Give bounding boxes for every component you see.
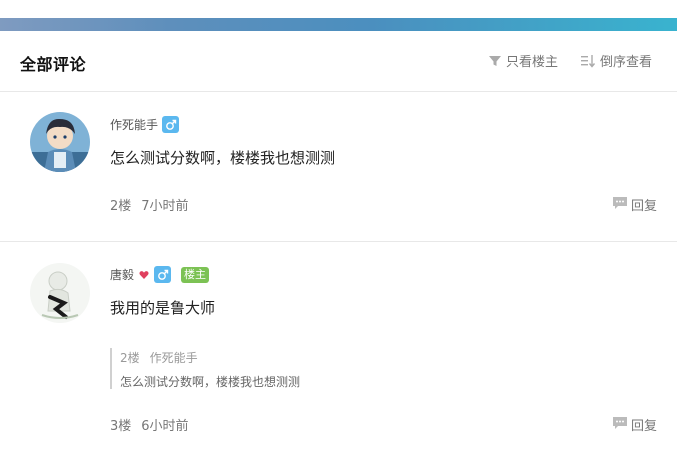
comment-item: 作死能手 怎么测试分数啊，楼楼我也想测测 2楼 7小时前 回复	[0, 92, 677, 242]
owner-badge: 楼主	[181, 266, 210, 283]
floor-number: 2楼	[110, 199, 132, 214]
comment-content: 怎么测试分数啊，楼楼我也想测测	[110, 149, 336, 167]
sort-icon	[580, 54, 596, 68]
reply-icon	[612, 416, 628, 434]
reply-label: 回复	[631, 419, 658, 434]
filter-icon	[488, 54, 502, 68]
avatar[interactable]	[30, 112, 90, 172]
male-icon	[154, 266, 172, 283]
comment-content: 我用的是鲁大师	[110, 299, 216, 317]
comment-meta: 3楼 6小时前	[110, 415, 189, 434]
author-line: 作死能手	[110, 116, 180, 133]
comment-item: 唐毅 楼主 我用的是鲁大师 2楼 作死能手 怎么测试分数啊，楼楼我也想测测 3楼 6…	[0, 243, 677, 459]
quote-floor: 2楼	[120, 351, 140, 365]
quote-text: 怎么测试分数啊，楼楼我也想测测	[120, 375, 301, 389]
reply-label: 回复	[631, 199, 658, 214]
comments-header: 全部评论 只看楼主 倒序查看	[0, 31, 677, 92]
reverse-order-button[interactable]: 倒序查看	[580, 51, 652, 70]
author-name[interactable]: 唐毅	[110, 266, 134, 283]
male-icon	[162, 116, 180, 133]
reverse-order-label: 倒序查看	[600, 55, 653, 70]
top-strip	[0, 0, 677, 18]
author-line: 唐毅 楼主	[110, 266, 210, 283]
reply-icon	[612, 196, 628, 214]
only-owner-filter-button[interactable]: 只看楼主	[488, 51, 558, 70]
avatar[interactable]	[30, 263, 90, 323]
floor-number: 3楼	[110, 419, 132, 434]
post-time: 7小时前	[141, 199, 189, 214]
only-owner-label: 只看楼主	[506, 55, 559, 70]
quoted-reply: 2楼 作死能手 怎么测试分数啊，楼楼我也想测测	[110, 348, 370, 389]
reply-button[interactable]: 回复	[612, 415, 657, 434]
reply-button[interactable]: 回复	[612, 195, 657, 214]
top-accent-bar	[0, 18, 677, 31]
comments-title: 全部评论	[20, 55, 87, 74]
quote-author[interactable]: 作死能手	[150, 351, 198, 365]
comment-meta: 2楼 7小时前	[110, 195, 189, 214]
heart-icon	[138, 269, 150, 281]
quote-meta: 2楼 作死能手	[120, 349, 370, 366]
post-time: 6小时前	[141, 419, 189, 434]
author-name[interactable]: 作死能手	[110, 116, 158, 133]
